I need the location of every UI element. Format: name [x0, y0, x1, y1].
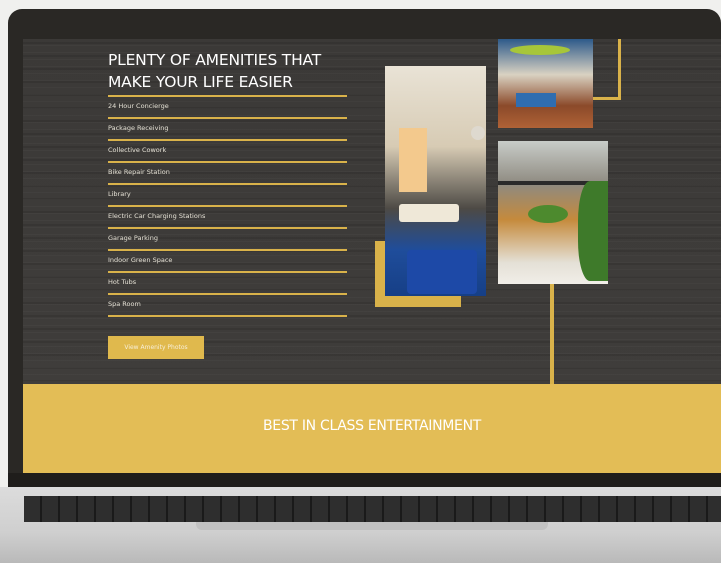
amenity-item: Collective Cowork [108, 141, 347, 163]
amenities-heading: PLENTY OF AMENITIES THAT MAKE YOUR LIFE … [108, 49, 368, 93]
lounge-ceiling-light [510, 45, 570, 55]
entertainment-banner: BEST IN CLASS ENTERTAINMENT [23, 384, 721, 473]
lobby-sofa [399, 204, 459, 222]
amenity-item: Indoor Green Space [108, 251, 347, 273]
amenity-label: Bike Repair Station [108, 168, 170, 176]
atrium-photo [498, 141, 608, 284]
amenity-item: Spa Room [108, 295, 347, 317]
lounge-photo [498, 39, 593, 128]
lobby-blue-chair [407, 250, 477, 294]
website-screen: PLENTY OF AMENITIES THAT MAKE YOUR LIFE … [23, 39, 721, 473]
heading-line-2: MAKE YOUR LIFE EASIER [108, 73, 293, 91]
amenity-label: Collective Cowork [108, 146, 167, 154]
amenity-label: Garage Parking [108, 234, 158, 242]
view-amenity-photos-button[interactable]: View Amenity Photos [108, 336, 204, 359]
amenity-label: Package Receiving [108, 124, 169, 132]
amenity-label: Hot Tubs [108, 278, 137, 286]
amenity-label: Spa Room [108, 300, 141, 308]
amenity-list: 24 Hour Concierge Package Receiving Coll… [108, 97, 347, 317]
banner-title: BEST IN CLASS ENTERTAINMENT [262, 418, 481, 434]
amenity-item: Library [108, 185, 347, 207]
heading-line-1: PLENTY OF AMENITIES THAT [108, 51, 322, 69]
laptop-keyboard [24, 496, 721, 522]
lobby-window [399, 128, 427, 192]
atrium-tree [578, 181, 608, 281]
amenity-item: Hot Tubs [108, 273, 347, 295]
amenity-item: Electric Car Charging Stations [108, 207, 347, 229]
amenity-label: Indoor Green Space [108, 256, 173, 264]
lounge-bar [516, 93, 556, 107]
lobby-photo [385, 66, 486, 296]
lobby-pendant-lamp [471, 126, 485, 140]
amenity-label: Library [108, 190, 131, 198]
amenity-item: Package Receiving [108, 119, 347, 141]
gold-accent-line [550, 284, 554, 388]
amenity-label: Electric Car Charging Stations [108, 212, 206, 220]
amenity-item: Garage Parking [108, 229, 347, 251]
amenity-item: 24 Hour Concierge [108, 97, 347, 119]
atrium-planter [528, 205, 568, 223]
amenity-item: Bike Repair Station [108, 163, 347, 185]
amenity-label: 24 Hour Concierge [108, 102, 169, 110]
laptop-trackpad [196, 522, 548, 530]
